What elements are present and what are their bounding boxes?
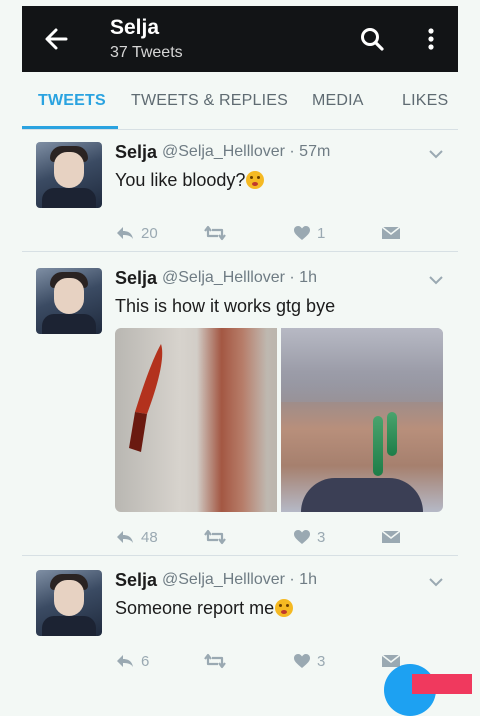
reply-icon [117, 655, 133, 667]
envelope-icon [381, 226, 401, 239]
media-image-crying-person[interactable] [281, 328, 443, 512]
tweet-author-name[interactable]: Selja [115, 570, 157, 591]
tabs-divider [22, 129, 458, 130]
reply-button[interactable]: 20 [115, 222, 158, 244]
reply-count: 48 [141, 528, 158, 546]
tweet[interactable]: Selja @Selja_Helllover · 1h This is how … [22, 266, 458, 556]
tweet-text: Someone report me [115, 598, 294, 619]
like-button[interactable]: 3 [293, 650, 325, 672]
reply-icon [117, 531, 133, 543]
envelope-icon [381, 530, 401, 543]
tweet-text: You like bloody? [115, 170, 265, 191]
tweet-divider [22, 555, 458, 556]
tweet-text-content: You like bloody? [115, 170, 246, 190]
tweet-actions: 6 3 [115, 650, 435, 674]
tweet-author-name[interactable]: Selja [115, 268, 157, 289]
retweet-icon [204, 653, 226, 669]
profile-header: Selja 37 Tweets [22, 6, 458, 72]
chevron-down-icon[interactable] [428, 576, 444, 588]
retweet-icon [204, 529, 226, 545]
reply-icon [117, 227, 133, 239]
tweet-count: 37 Tweets [110, 44, 183, 61]
tweet-text: This is how it works gtg bye [115, 296, 336, 316]
like-count: 3 [317, 528, 326, 546]
tweet-divider [22, 251, 458, 252]
retweet-icon [204, 225, 226, 241]
reply-button[interactable]: 6 [115, 650, 149, 672]
tweet-handle-time: @Selja_Helllover · 57m [162, 143, 331, 160]
surprised-face-emoji-icon [246, 171, 265, 189]
tab-media[interactable]: MEDIA [312, 92, 364, 110]
profile-name: Selja [110, 16, 160, 39]
tweet-actions: 20 1 [115, 222, 435, 246]
tweet-media[interactable] [115, 328, 443, 512]
avatar[interactable] [36, 570, 102, 636]
back-arrow-icon[interactable] [42, 24, 70, 54]
tweet-handle-time: @Selja_Helllover · 1h [162, 269, 317, 286]
tweet-author-name[interactable]: Selja [115, 142, 157, 163]
heart-icon [294, 530, 310, 544]
tab-tweets[interactable]: TWEETS [38, 92, 106, 110]
knife-illustration [129, 344, 163, 452]
like-count: 1 [317, 224, 326, 242]
like-button[interactable]: 3 [293, 526, 325, 548]
chevron-down-icon[interactable] [428, 274, 444, 286]
corner-overlay [412, 674, 472, 694]
reply-button[interactable]: 48 [115, 526, 158, 548]
avatar[interactable] [36, 142, 102, 208]
heart-icon [294, 654, 310, 668]
retweet-button[interactable] [203, 526, 227, 548]
direct-message-button[interactable] [381, 526, 401, 548]
tab-tweets-and-replies[interactable]: TWEETS & REPLIES [131, 92, 288, 110]
like-count: 3 [317, 652, 326, 670]
media-image-knife[interactable] [115, 328, 277, 512]
reply-count: 20 [141, 224, 158, 242]
search-icon[interactable] [358, 24, 386, 54]
tweet-text-content: Someone report me [115, 598, 275, 618]
surprised-face-emoji-icon [275, 599, 294, 617]
heart-icon [294, 226, 310, 240]
like-button[interactable]: 1 [293, 222, 325, 244]
more-options-icon[interactable] [422, 24, 440, 54]
reply-count: 6 [141, 652, 150, 670]
tweet[interactable]: Selja @Selja_Helllover · 57m You like bl… [22, 140, 458, 252]
tab-likes[interactable]: LIKES [402, 92, 448, 110]
tweet-actions: 48 3 [115, 526, 435, 550]
retweet-button[interactable] [203, 222, 227, 244]
direct-message-button[interactable] [381, 222, 401, 244]
retweet-button[interactable] [203, 650, 227, 672]
chevron-down-icon[interactable] [428, 148, 444, 160]
tweet-handle-time: @Selja_Helllover · 1h [162, 571, 317, 588]
profile-tabs: TWEETS TWEETS & REPLIES MEDIA LIKES [22, 80, 458, 130]
avatar[interactable] [36, 268, 102, 334]
